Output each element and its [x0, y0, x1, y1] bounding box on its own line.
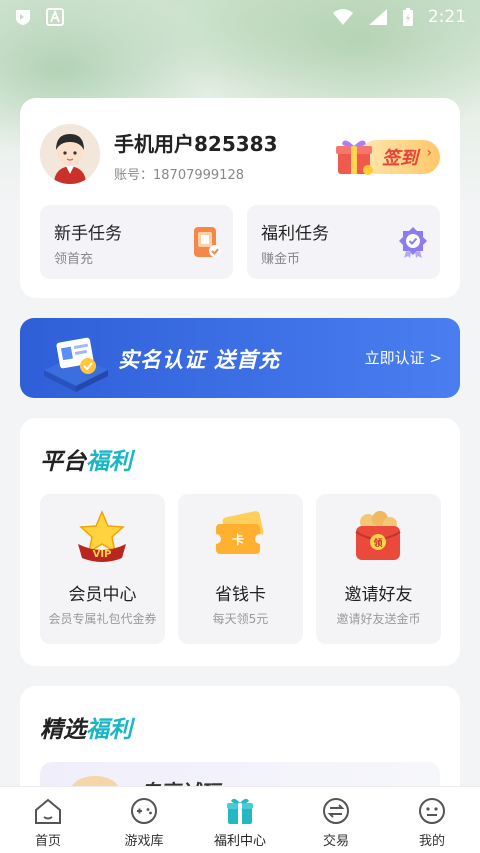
tablet-gift-icon: [194, 227, 221, 257]
red-envelope-icon: 领: [355, 511, 401, 560]
gift-icon: [227, 798, 253, 824]
benefit-desc: 邀请好友送金币: [336, 612, 421, 626]
checkin-label: 签到: [382, 148, 418, 169]
account-number: 账号：18707999128: [114, 168, 244, 183]
task-subtitle: 赚金币: [261, 252, 301, 267]
task-title: 新手任务: [54, 224, 122, 244]
tab-label: 交易: [322, 834, 349, 849]
section-title-accent: 福利: [86, 717, 132, 743]
platform-benefits-section: 平台福利 VIP 会员中心 会员专属礼包代金券 卡 省钱卡 每天领5元 领 邀请…: [20, 418, 460, 666]
wifi-icon: [332, 9, 353, 25]
tab-game-library[interactable]: 游戏库: [96, 787, 192, 853]
benefit-name: 省钱卡: [215, 585, 266, 605]
home-icon: [35, 798, 61, 824]
bottom-tab-bar: 首页 游戏库 福利中心 交易 我的: [0, 786, 480, 853]
task-title: 福利任务: [261, 224, 329, 244]
section-title-dark: 平台: [40, 449, 86, 475]
benefit-name: 邀请好友: [344, 585, 413, 605]
avatar[interactable]: [40, 124, 100, 184]
tab-welfare-center[interactable]: 福利中心: [192, 787, 288, 853]
battery-charging-icon: [402, 8, 413, 26]
realname-banner[interactable]: 实名认证 送首充 立即认证 >: [20, 318, 460, 398]
profile-card: 手机用户825383 账号：18707999128 签到 › 新手任务 领首充 …: [20, 98, 460, 298]
status-time: 2:21: [427, 7, 466, 27]
benefit-name: 会员中心: [68, 585, 137, 605]
benefit-desc: 每天领5元: [212, 612, 269, 626]
benefit-savings-card[interactable]: 卡 省钱卡 每天领5元: [178, 494, 303, 644]
task-subtitle: 领首充: [54, 252, 94, 267]
status-bar: 2:21: [0, 0, 480, 34]
chevron-right-icon: ›: [426, 145, 432, 161]
verify-now-link[interactable]: 立即认证 >: [365, 347, 442, 368]
tab-home[interactable]: 首页: [0, 787, 96, 853]
section-title: 精选福利: [40, 710, 132, 744]
section-title: 平台福利: [40, 442, 132, 476]
username: 手机用户825383: [114, 132, 278, 156]
card-ticket-icon: 卡: [211, 511, 265, 554]
section-title-accent: 福利: [86, 449, 132, 475]
tab-label: 首页: [34, 834, 61, 849]
profile-face-icon: [419, 798, 445, 824]
svg-text:领: 领: [373, 537, 382, 549]
trade-icon: [323, 798, 349, 824]
shield-app-icon: [16, 10, 30, 25]
benefit-invite-friends[interactable]: 领 邀请好友 邀请好友送金币: [316, 494, 441, 644]
tab-label: 游戏库: [124, 834, 164, 849]
banner-title: 实名认证 送首充: [118, 348, 281, 372]
benefit-vip-center[interactable]: VIP 会员中心 会员专属礼包代金券: [40, 494, 165, 644]
badge-award-icon: [399, 227, 427, 258]
cellular-icon: [368, 9, 387, 25]
tab-label: 我的: [418, 834, 445, 849]
section-title-dark: 精选: [40, 717, 86, 743]
tab-label: 福利中心: [213, 834, 266, 849]
vip-crown-icon: VIP: [78, 510, 126, 562]
tab-trade[interactable]: 交易: [288, 787, 384, 853]
gift-box-icon: [336, 140, 373, 175]
task-welfare[interactable]: 福利任务 赚金币: [247, 205, 440, 279]
benefit-desc: 会员专属礼包代金券: [48, 612, 157, 626]
gamepad-icon: [131, 798, 157, 824]
task-newbie[interactable]: 新手任务 领首充: [40, 205, 233, 279]
font-app-icon: [46, 8, 64, 26]
checkin-button[interactable]: 签到 ›: [334, 134, 440, 176]
id-card-icon: [44, 337, 108, 392]
tab-mine[interactable]: 我的: [384, 787, 480, 853]
svg-text:卡: 卡: [232, 532, 244, 547]
svg-text:VIP: VIP: [93, 549, 112, 560]
